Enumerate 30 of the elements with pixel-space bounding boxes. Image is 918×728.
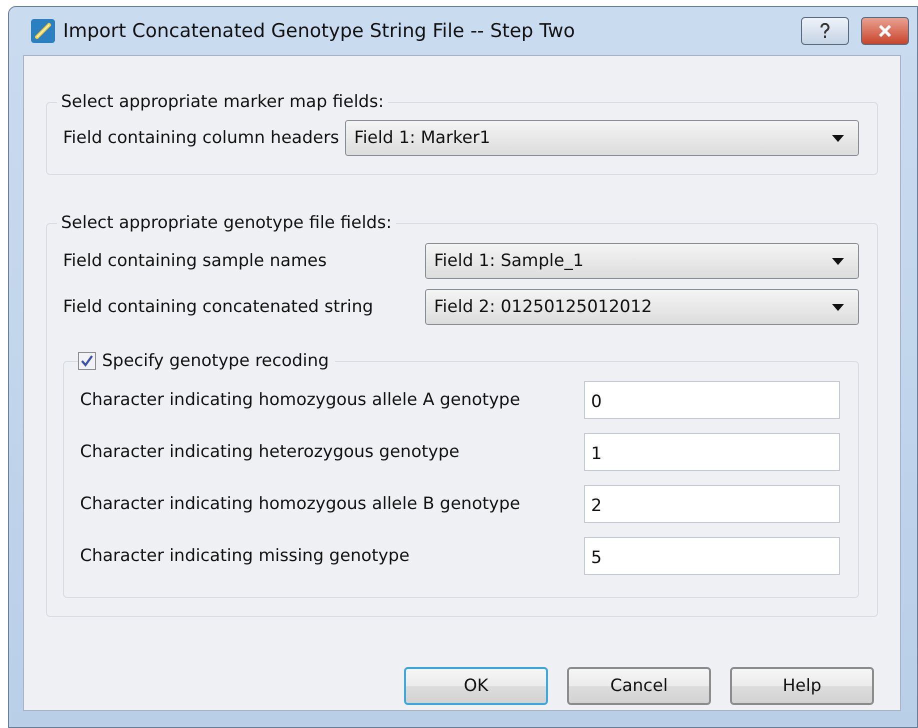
dialog-button[interactable]: OK xyxy=(404,667,548,705)
field-label: Field containing concatenated string xyxy=(63,297,374,317)
dropdown[interactable]: Field 2: 01250125012012 xyxy=(425,289,859,325)
dropdown-arrow-icon xyxy=(832,304,844,310)
question-mark-icon xyxy=(820,23,830,39)
checkbox-label: Specify genotype recoding xyxy=(102,351,329,371)
close-icon xyxy=(878,25,892,37)
field-label: Character indicating homozygous allele B genotype xyxy=(80,494,522,514)
input-field[interactable]: 5 xyxy=(584,537,840,575)
close-button[interactable] xyxy=(861,17,909,45)
dropdown-arrow-icon xyxy=(832,134,844,142)
field-label: Character indicating homozygous allele A genotype xyxy=(80,390,522,410)
dialog-button[interactable]: Cancel xyxy=(567,667,711,705)
window-title: Import Concatenated Genotype String File -- Step Two xyxy=(63,20,576,42)
dropdown-arrow-icon xyxy=(832,258,844,264)
checkmark-icon xyxy=(81,355,93,367)
field-label: Field containing sample names xyxy=(63,251,328,271)
input-field[interactable]: 1 xyxy=(584,433,840,471)
field-label: Character indicating heterozygous genotype xyxy=(80,442,460,462)
group-title: Select appropriate genotype file fields: xyxy=(60,213,393,233)
field-label: Field containing column headers xyxy=(63,128,340,148)
dropdown[interactable]: Field 1: Sample_1 xyxy=(425,243,859,279)
dropdown[interactable]: Field 1: Marker1 xyxy=(345,120,859,156)
help-button[interactable] xyxy=(801,17,849,45)
dialog-button[interactable]: Help xyxy=(730,667,874,705)
input-field[interactable]: 2 xyxy=(584,485,840,523)
input-field[interactable]: 0 xyxy=(584,381,840,419)
group-title: Select appropriate marker map fields: xyxy=(60,92,385,112)
field-label: Character indicating missing genotype xyxy=(80,546,411,566)
checkbox[interactable] xyxy=(78,352,96,370)
